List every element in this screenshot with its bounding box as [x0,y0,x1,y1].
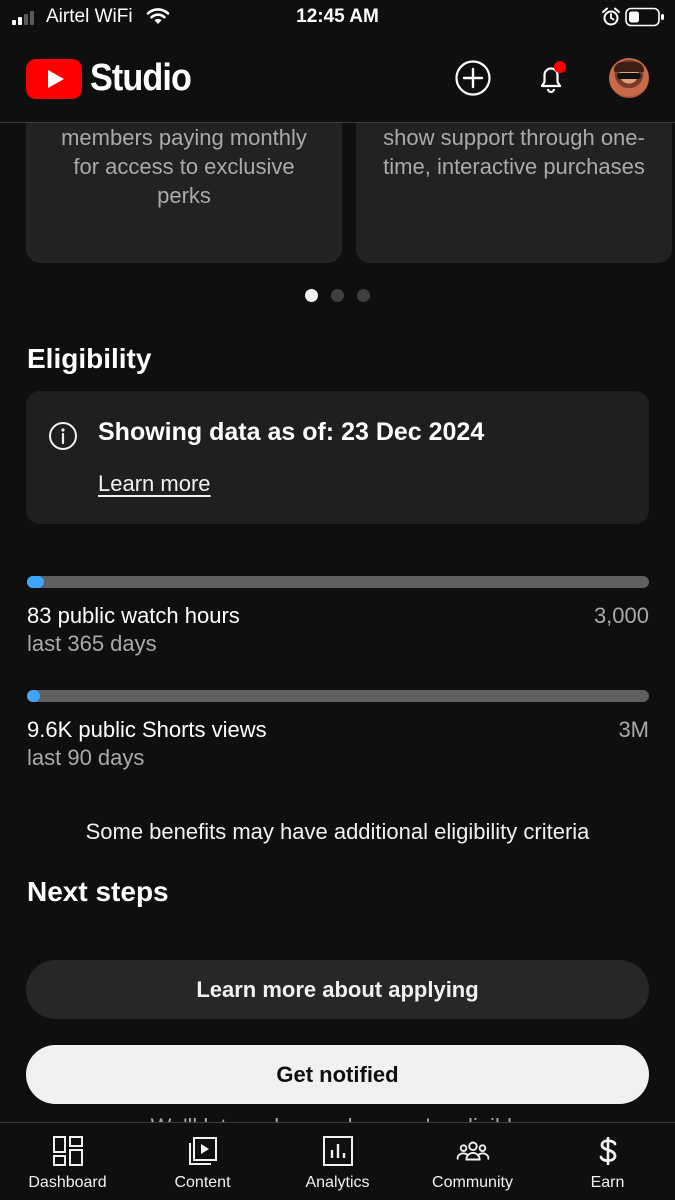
dashboard-icon [51,1134,85,1168]
content-icon [186,1134,220,1168]
promo-card-text: show support through one-time, interacti… [383,125,645,179]
notification-dot [554,61,566,73]
alarm-icon [602,7,620,32]
community-icon [456,1134,490,1168]
nav-item-earn[interactable]: Earn [540,1123,675,1200]
youtube-play-icon [26,58,82,99]
battery-icon [625,7,665,32]
nav-item-analytics[interactable]: Analytics [270,1123,405,1200]
promo-card-supers[interactable]: show support through one-time, interacti… [356,123,672,263]
progress-track [27,690,649,702]
carousel-dot[interactable] [305,289,318,302]
nav-item-content[interactable]: Content [135,1123,270,1200]
promo-card-memberships[interactable]: members paying monthly for access to exc… [26,123,342,263]
metric-label: 9.6K public Shorts views [27,717,267,742]
eligibility-note: Some benefits may have additional eligib… [85,819,590,844]
bottom-nav: Dashboard Content Analytics Community Ea… [0,1122,675,1200]
notifications-button[interactable] [531,58,571,98]
info-icon [48,421,78,456]
carousel-dot[interactable] [357,289,370,302]
nav-item-community[interactable]: Community [405,1123,540,1200]
nav-label: Analytics [305,1174,370,1191]
learn-more-link[interactable]: Learn more [98,471,211,497]
nav-label: Dashboard [28,1174,107,1191]
promo-card-text: members paying monthly for access to exc… [61,125,307,208]
nav-label: Community [432,1174,513,1191]
data-info-box: Showing data as of: 23 Dec 2024 Learn mo… [26,391,649,524]
app-header: Studio [0,40,675,120]
logo-text: Studio [90,57,192,99]
shorts-views-metric: 9.6K public Shorts views 3M last 90 days [27,690,649,770]
youtube-studio-logo[interactable]: Studio [26,57,202,100]
main-content[interactable]: members paying monthly for access to exc… [0,123,675,1122]
nav-label: Earn [590,1174,625,1191]
status-time: 12:45 AM [296,6,379,27]
learn-more-applying-button[interactable]: Learn more about applying [26,960,649,1019]
data-date-text: Showing data as of: 23 Dec 2024 [98,418,485,446]
create-button[interactable] [453,58,493,98]
metric-label: 83 public watch hours [27,603,240,628]
get-notified-button[interactable]: Get notified [26,1045,649,1104]
nav-item-dashboard[interactable]: Dashboard [0,1123,135,1200]
next-steps-heading: Next steps [27,876,169,907]
metric-period: last 365 days [27,631,157,656]
metric-target: 3,000 [593,603,649,628]
earn-icon [591,1134,625,1168]
analytics-icon [321,1134,355,1168]
carousel-indicator [0,289,675,302]
avatar[interactable] [609,58,649,98]
metric-target: 3M [618,717,649,742]
carousel-dot[interactable] [331,289,344,302]
progress-fill [27,690,40,702]
plus-circle-icon [455,60,491,96]
progress-track [27,576,649,588]
nav-label: Content [174,1174,231,1191]
progress-fill [27,576,45,588]
metric-period: last 90 days [27,745,145,770]
watch-hours-metric: 83 public watch hours 3,000 last 365 day… [27,576,649,656]
bell-icon [540,61,566,94]
eligibility-heading: Eligibility [27,343,152,374]
notify-description: We'll let you know when you're eligible [0,1114,675,1122]
status-bar: Airtel WiFi 12:45 AM [0,0,675,36]
